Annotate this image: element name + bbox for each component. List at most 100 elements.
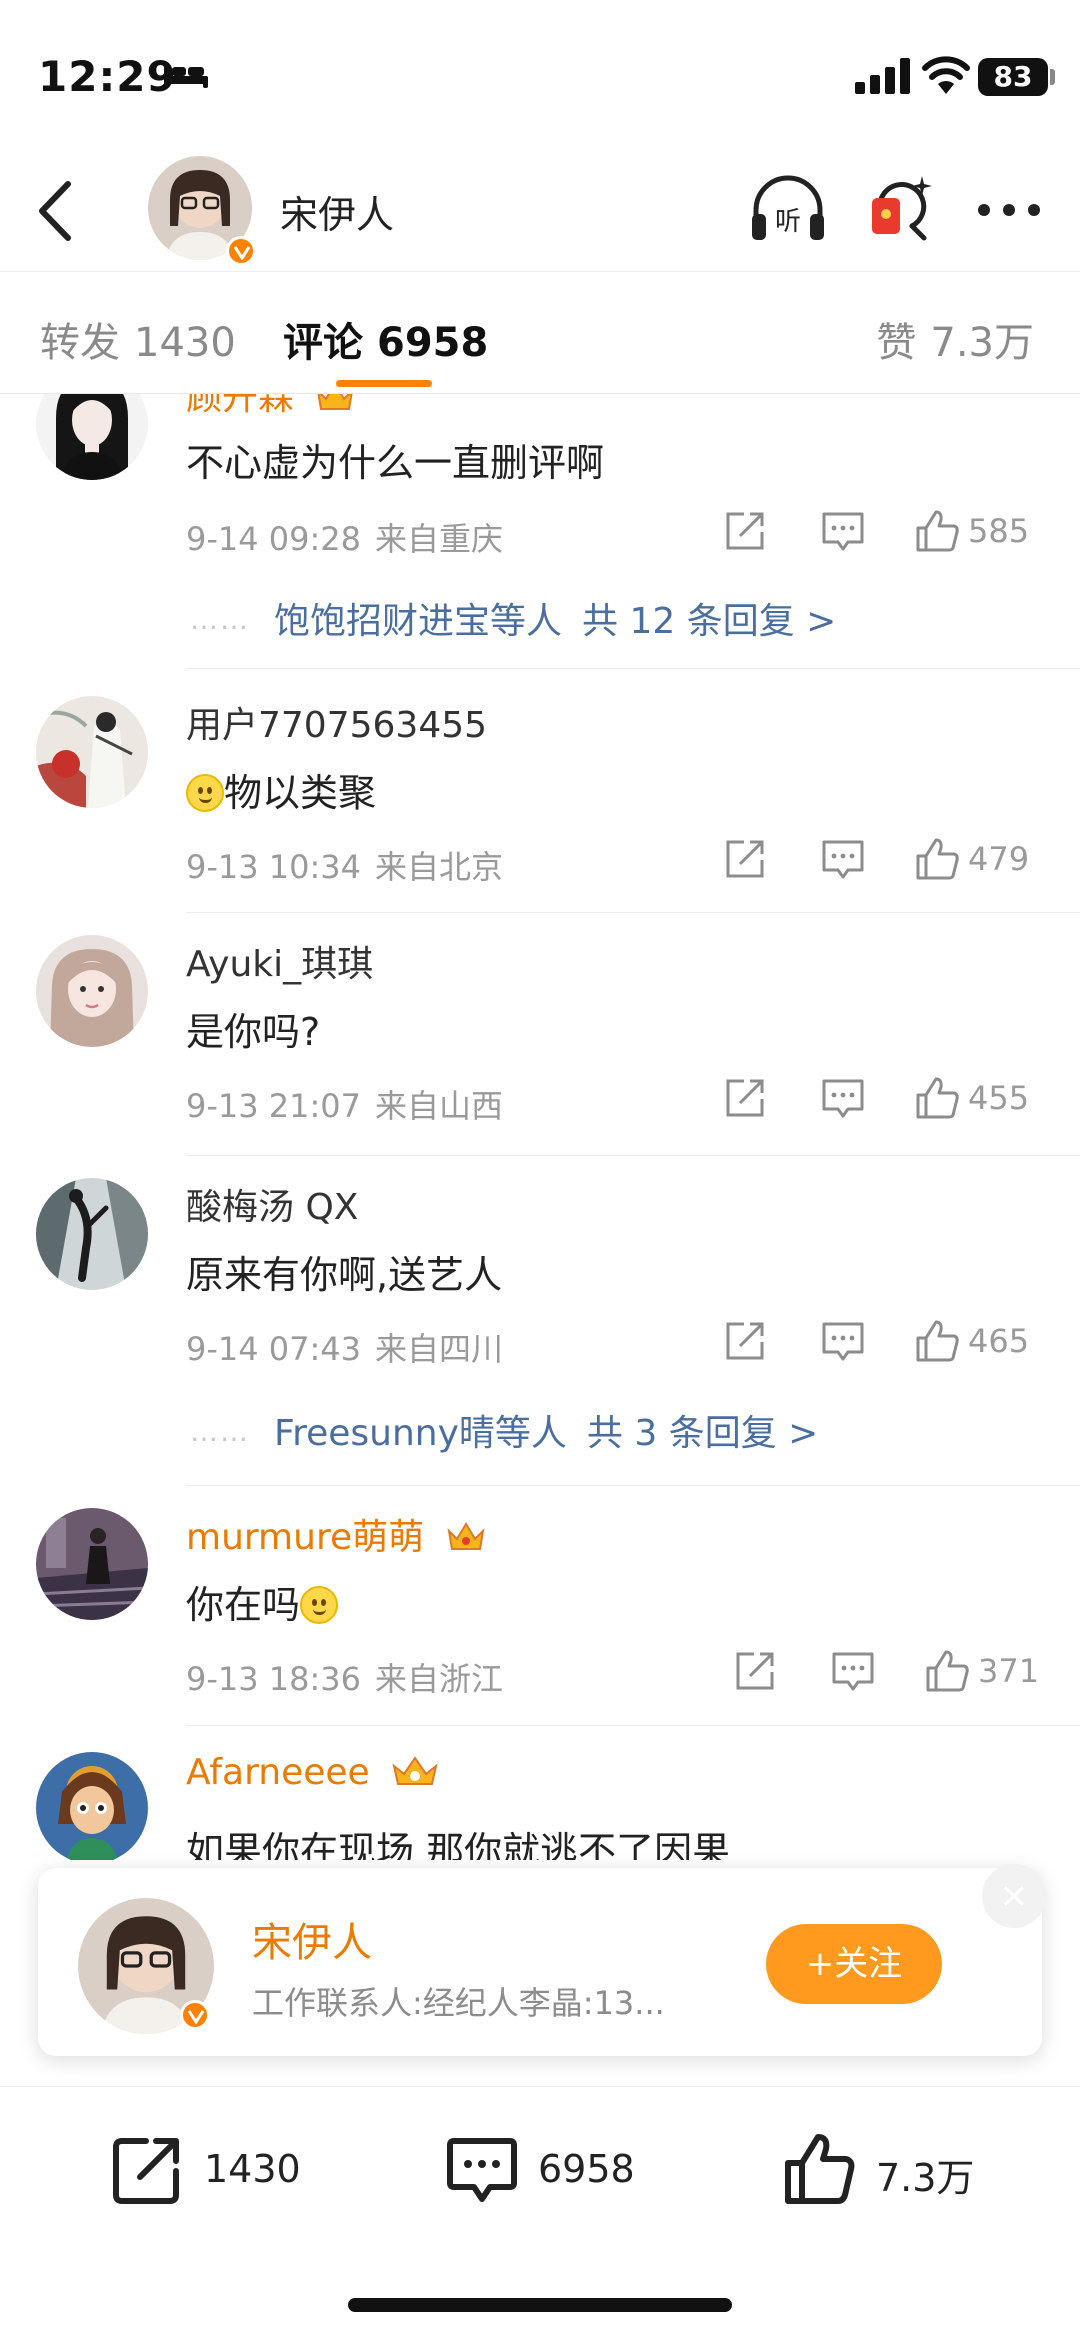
verified-badge-icon [180, 2000, 210, 2030]
reply-summary[interactable]: …… Freesunny晴等人共 3 条回复 > [190, 1404, 818, 1456]
tab-likes-label: 赞 [876, 320, 917, 366]
comment-actions: 371 [730, 1646, 1060, 1696]
like-icon[interactable] [912, 834, 962, 884]
tab-likes[interactable]: 赞 7.3万 [876, 310, 1034, 368]
comment-date: 9-14 09:28 [186, 520, 362, 558]
comment-author-name: Afarneeee [186, 1752, 370, 1793]
vip-crown-icon [392, 1756, 438, 1785]
listen-button[interactable]: 听 [748, 174, 828, 246]
comment-location: 来自重庆 [375, 520, 504, 558]
reply-users: 饱饱招财进宝等人 [274, 601, 563, 642]
repost-count: 1430 [204, 2147, 301, 2191]
reply-icon[interactable] [818, 1073, 868, 1123]
reply-summary[interactable]: …… 饱饱招财进宝等人共 12 条回复 > [190, 592, 836, 644]
share-icon[interactable] [720, 1316, 770, 1366]
comment-meta: 9-14 09:28 来自重庆 [186, 514, 503, 560]
comment-button[interactable]: 6958 [444, 2131, 664, 2207]
red-packet-search-icon[interactable] [866, 172, 938, 244]
like-count: 465 [968, 1322, 1030, 1360]
more-options-icon[interactable] [974, 190, 1044, 230]
comment-text-line: 你在吗 [186, 1574, 339, 1629]
follow-suggestion-card[interactable]: 宋伊人 工作联系人:经纪人李晶:13... +关注 [38, 1864, 1046, 2056]
reply-dots: …… [190, 603, 250, 636]
repost-icon [113, 2138, 179, 2204]
share-icon[interactable] [720, 1073, 770, 1123]
comment-actions: 455 [720, 1073, 1050, 1123]
comment-location: 来自四川 [375, 1330, 504, 1368]
comment-text: 原来有你啊,送艺人 [186, 1253, 503, 1297]
like-count: 479 [968, 840, 1030, 878]
close-icon [1004, 1886, 1024, 1906]
tab-reposts-label: 转发 [40, 320, 120, 366]
comment-location: 来自北京 [375, 848, 504, 886]
comment-avatar[interactable] [36, 1752, 148, 1860]
comment-author[interactable]: 顾开霖 [186, 394, 355, 420]
comment-icon [447, 2138, 517, 2202]
home-indicator[interactable] [348, 2298, 732, 2312]
comment-author[interactable]: murmure萌萌 [186, 1508, 486, 1560]
share-icon[interactable] [720, 506, 770, 556]
comment-actions: 585 [720, 506, 1050, 556]
back-arrow-icon[interactable] [30, 176, 90, 246]
comment-actions: 479 [720, 834, 1050, 884]
battery-indicator: 83 [978, 58, 1048, 96]
comment-text: 物以类聚 [224, 771, 377, 815]
comment-text: 不心虚为什么一直删评啊 [186, 441, 605, 485]
listen-label: 听 [775, 207, 801, 237]
author-name[interactable]: 宋伊人 [280, 184, 394, 239]
share-icon[interactable] [730, 1646, 780, 1696]
comment-count: 6958 [538, 2147, 635, 2191]
follow-card-name[interactable]: 宋伊人 [252, 1910, 372, 1968]
comment-text-line: 物以类聚 [186, 762, 376, 817]
comment-meta: 9-14 07:43 来自四川 [186, 1324, 503, 1370]
reply-icon[interactable] [818, 1316, 868, 1366]
like-icon[interactable] [912, 506, 962, 556]
interaction-tabs: 转发 1430 评论 6958 赞 7.3万 [0, 272, 1080, 394]
comment-author-name: murmure萌萌 [186, 1517, 425, 1558]
reply-icon[interactable] [818, 834, 868, 884]
status-bar: 12:29 83 [0, 0, 1080, 150]
battery-tip [1050, 69, 1055, 85]
comment-item: Ayuki_琪琪 是你吗? 9-13 21:07 来自山西 455 [0, 913, 1080, 1156]
share-icon[interactable] [720, 834, 770, 884]
like-count: 585 [968, 512, 1030, 550]
reply-icon[interactable] [818, 506, 868, 556]
comment-author[interactable]: Afarneeee [186, 1752, 439, 1793]
comment-avatar[interactable] [36, 935, 148, 1047]
like-count: 455 [968, 1079, 1030, 1117]
comment-avatar[interactable] [36, 1508, 148, 1620]
tab-reposts[interactable]: 转发 1430 [40, 310, 236, 368]
post-header: 宋伊人 听 [0, 150, 1080, 272]
like-icon[interactable] [912, 1073, 962, 1123]
comment-list[interactable]: 顾开霖 不心虚为什么一直删评啊 9-14 09:28 来自重庆 585 …… 饱饱招… [0, 394, 1080, 1860]
comment-avatar[interactable] [36, 394, 148, 480]
tab-comments-label: 评论 [283, 320, 363, 366]
close-card-button[interactable] [982, 1864, 1046, 1928]
headphones-icon: 听 [752, 175, 824, 240]
thumbs-up-icon [785, 2134, 855, 2204]
vip-crown-icon [317, 394, 353, 410]
verified-badge-icon [226, 236, 256, 266]
comment-meta: 9-13 18:36 来自浙江 [186, 1654, 503, 1700]
comment-author-name[interactable]: 酸梅汤 QX [186, 1178, 358, 1230]
follow-button[interactable]: +关注 [766, 1924, 942, 2004]
smile-emoji-icon [300, 1586, 339, 1624]
comment-date: 9-14 07:43 [186, 1330, 362, 1368]
repost-button[interactable]: 1430 [110, 2131, 310, 2207]
comment-text: 你在吗 [186, 1583, 301, 1627]
reply-icon[interactable] [828, 1646, 878, 1696]
like-button[interactable]: 7.3万 [782, 2131, 1002, 2207]
comment-avatar[interactable] [36, 696, 148, 808]
tab-likes-count: 7.3万 [930, 320, 1034, 366]
tab-comments[interactable]: 评论 6958 [283, 310, 488, 368]
comment-actions: 465 [720, 1316, 1050, 1366]
comment-author-name[interactable]: 用户7707563455 [186, 696, 487, 748]
comment-item: murmure萌萌 你在吗 9-13 18:36 来自浙江 371 [0, 1486, 1080, 1726]
active-tab-indicator [336, 380, 432, 387]
like-icon[interactable] [922, 1646, 972, 1696]
like-count-total: 7.3万 [876, 2156, 975, 2200]
like-icon[interactable] [912, 1316, 962, 1366]
comment-author-name[interactable]: Ayuki_琪琪 [186, 935, 373, 987]
comment-avatar[interactable] [36, 1178, 148, 1290]
smile-emoji-icon [186, 774, 224, 812]
